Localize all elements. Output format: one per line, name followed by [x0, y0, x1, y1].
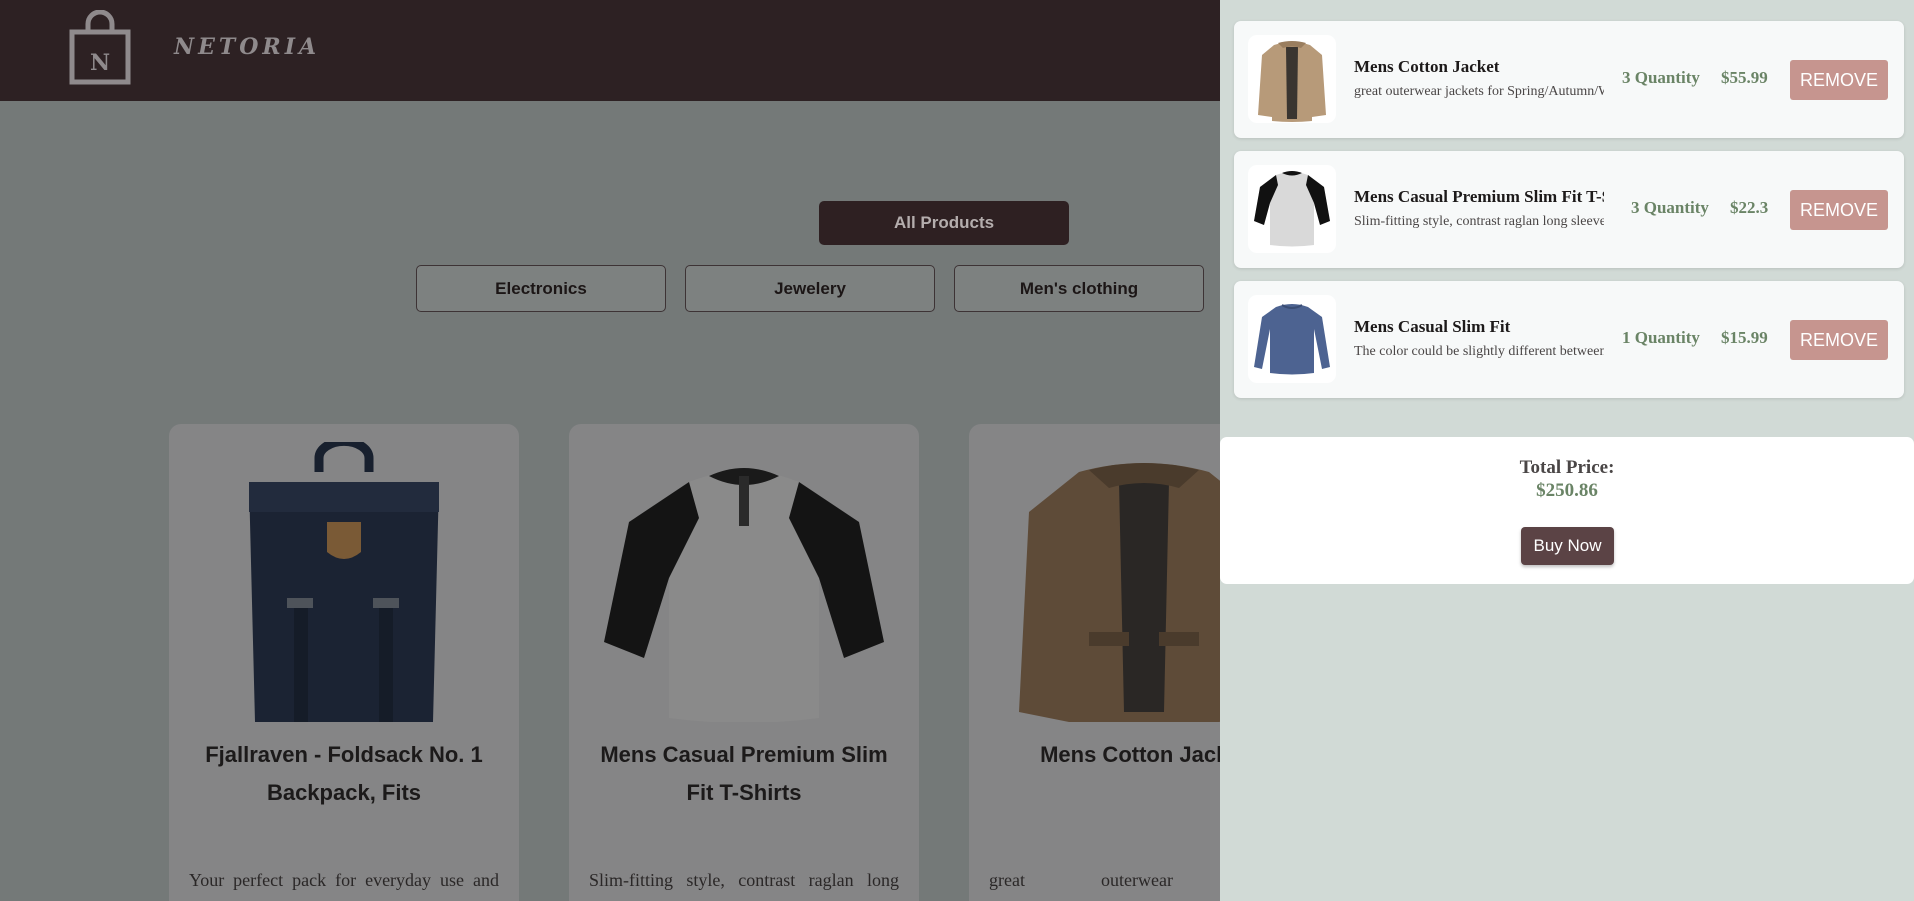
- all-products-button[interactable]: All Products: [819, 201, 1069, 245]
- cart-item-quantity: 3 Quantity: [1622, 68, 1700, 87]
- remove-button[interactable]: REMOVE: [1790, 60, 1888, 100]
- backpack-image: [249, 442, 439, 722]
- total-price-value: $250.86: [1536, 480, 1598, 501]
- cart-drawer: Mens Cotton Jacket great outerwear jacke…: [1220, 0, 1914, 901]
- category-electronics-button[interactable]: Electronics: [416, 265, 666, 312]
- cart-item-price: $22.3: [1730, 198, 1769, 217]
- product-description: Slim-fitting style, contrast raglan long: [589, 870, 899, 890]
- cart-total-panel: Total Price: $250.86 Buy Now: [1220, 437, 1914, 584]
- cart-item-description: Slim-fitting style, contrast raglan long…: [1354, 214, 1604, 229]
- cart-item-thumbnail: [1248, 35, 1336, 123]
- category-mens-clothing-button[interactable]: Men's clothing: [954, 265, 1204, 312]
- cart-item-description: The color could be slightly different be…: [1354, 344, 1604, 359]
- brand-name[interactable]: NETORIA: [174, 34, 320, 60]
- category-jewelery-button[interactable]: Jewelery: [685, 265, 935, 312]
- cart-item-name: Mens Cotton Jacket: [1354, 57, 1500, 76]
- cart-item-description: great outerwear jackets for Spring/Autum…: [1354, 84, 1604, 99]
- buy-now-button[interactable]: Buy Now: [1521, 527, 1614, 565]
- product-title: Fjallraven - Foldsack No. 1 Backpack, Fi…: [205, 742, 483, 805]
- cart-item-thumbnail: [1248, 165, 1336, 253]
- blue-longsleeve-thumbnail-icon: [1254, 304, 1330, 375]
- product-title: Mens Casual Premium Slim Fit T-Shirts: [600, 742, 888, 805]
- cart-item-name: Mens Casual Slim Fit: [1354, 317, 1511, 336]
- cart-item: Mens Cotton Jacket great outerwear jacke…: [1234, 21, 1904, 138]
- remove-button[interactable]: REMOVE: [1790, 190, 1888, 230]
- shopping-bag-logo-icon[interactable]: N: [68, 10, 132, 86]
- jacket-thumbnail-icon: [1258, 41, 1326, 122]
- product-card[interactable]: Fjallraven - Foldsack No. 1 Backpack, Fi…: [169, 424, 519, 901]
- logo-letter: N: [90, 50, 110, 76]
- cart-item-thumbnail: [1248, 295, 1336, 383]
- cart-item: Mens Casual Premium Slim Fit T-Shirts Sl…: [1234, 151, 1904, 268]
- cart-item-quantity: 1 Quantity: [1622, 328, 1700, 347]
- cart-item-price: $15.99: [1721, 328, 1768, 347]
- cart-item-price: $55.99: [1721, 68, 1768, 87]
- remove-button[interactable]: REMOVE: [1790, 320, 1888, 360]
- raglan-shirt-image: [604, 468, 884, 722]
- cart-item-name: Mens Casual Premium Slim Fit T-Shirts: [1354, 187, 1604, 206]
- product-description: Your perfect pack for everyday use and: [189, 870, 499, 890]
- cart-item-quantity: 3 Quantity: [1631, 198, 1709, 217]
- product-card[interactable]: Mens Casual Premium Slim Fit T-Shirts Sl…: [569, 424, 919, 901]
- raglan-shirt-thumbnail-icon: [1254, 171, 1330, 247]
- total-price-label: Total Price:: [1519, 457, 1615, 478]
- cart-item: Mens Casual Slim Fit The color could be …: [1234, 281, 1904, 398]
